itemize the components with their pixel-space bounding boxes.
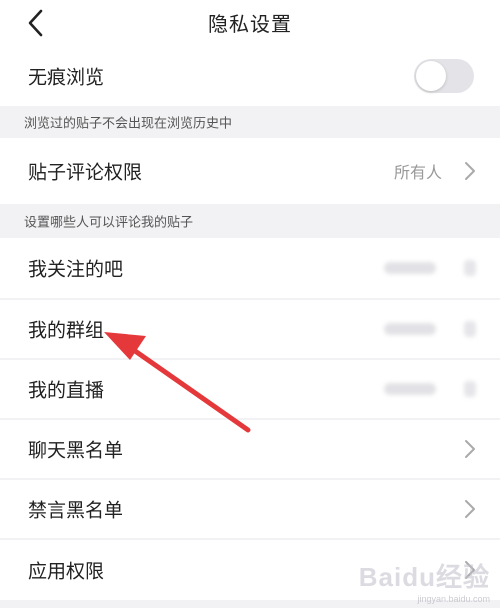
list-item-my-groups[interactable]: 我的群组 (0, 300, 500, 358)
list-item-followed-bars[interactable]: 我关注的吧 (0, 238, 500, 298)
incognito-toggle[interactable] (414, 59, 474, 93)
comment-permission-label: 贴子评论权限 (28, 161, 143, 184)
list-item-chat-blacklist[interactable]: 聊天黑名单 (0, 420, 500, 478)
comment-permission-row[interactable]: 贴子评论权限 所有人 (0, 138, 500, 204)
list-item-label: 我的直播 (28, 379, 105, 402)
list-item-label: 我的群组 (28, 319, 105, 342)
incognito-hint-text: 浏览过的贴子不会出现在浏览历史中 (24, 116, 233, 132)
list-item-label: 聊天黑名单 (28, 439, 124, 462)
comment-permission-value: 所有人 (393, 163, 442, 182)
chevron-right-icon (465, 162, 475, 180)
top-bar: 隐私设置 (0, 0, 500, 46)
chevron-right-icon (464, 260, 476, 276)
list-item-mute-blacklist[interactable]: 禁言黑名单 (0, 480, 500, 538)
chevron-right-icon (465, 500, 475, 518)
watermark-text: Baidu经验 (358, 562, 490, 592)
chevron-right-icon (465, 440, 475, 458)
list-item-label: 禁言黑名单 (28, 499, 124, 522)
blurred-value (384, 383, 436, 395)
incognito-row[interactable]: 无痕浏览 (0, 46, 500, 106)
comment-hint: 设置哪些人可以评论我的贴子 (0, 204, 500, 238)
incognito-hint: 浏览过的贴子不会出现在浏览历史中 (0, 106, 500, 138)
blurred-value (384, 323, 436, 335)
comment-hint-text: 设置哪些人可以评论我的贴子 (24, 215, 194, 231)
list-item-label: 我关注的吧 (28, 258, 124, 281)
watermark: Baidu经验 jingyan.baidu.com (359, 557, 490, 604)
chevron-right-icon (464, 321, 476, 337)
watermark-url: jingyan.baidu.com (417, 594, 490, 604)
list-item-my-live[interactable]: 我的直播 (0, 360, 500, 418)
incognito-label: 无痕浏览 (28, 66, 105, 89)
chevron-right-icon (464, 381, 476, 397)
blurred-value (384, 262, 436, 274)
list-item-label: 应用权限 (28, 560, 105, 583)
toggle-knob (416, 61, 446, 91)
page-title: 隐私设置 (208, 12, 292, 36)
